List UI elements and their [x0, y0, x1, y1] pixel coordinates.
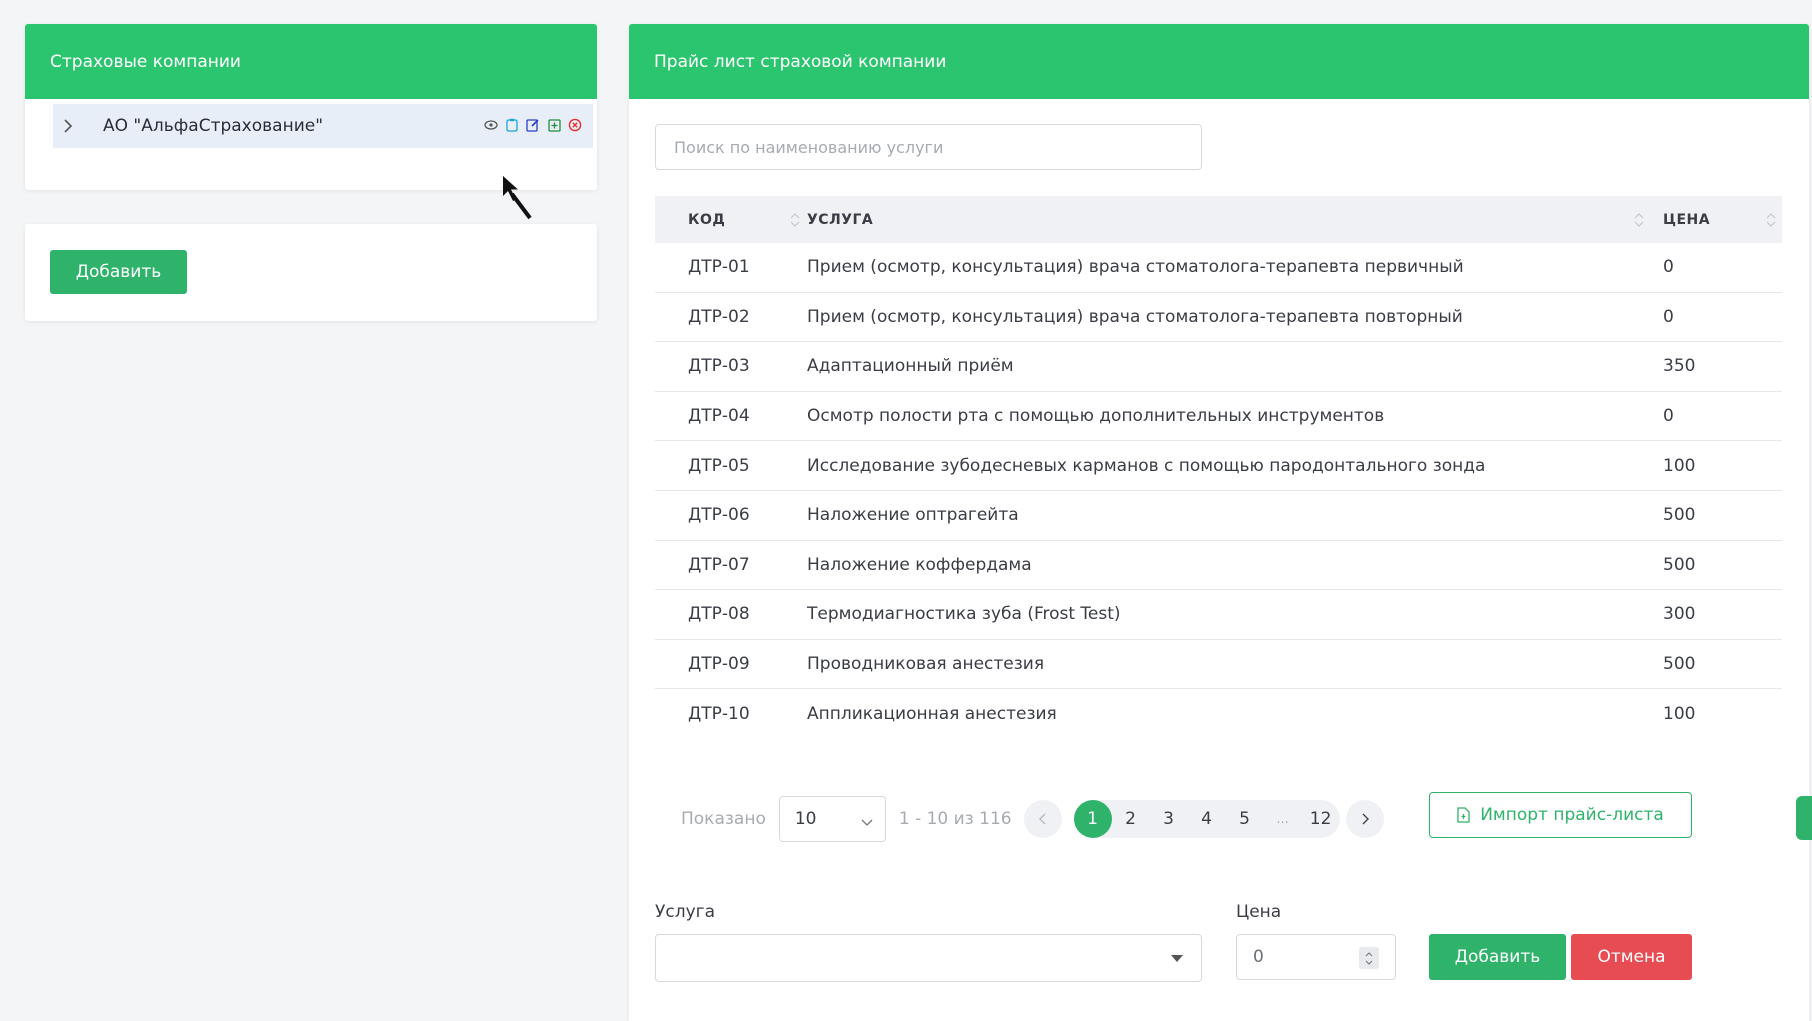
- cell-price: 0: [1663, 306, 1674, 327]
- cell-service: Адаптационный приём: [807, 356, 1014, 377]
- cell-price: 500: [1663, 554, 1696, 575]
- cell-price: 500: [1663, 505, 1696, 526]
- cell-price: 0: [1663, 257, 1674, 278]
- column-header-code[interactable]: КОД: [655, 196, 807, 243]
- column-header-service-label: УСЛУГА: [807, 211, 874, 228]
- service-select[interactable]: [655, 934, 1202, 982]
- import-price-list-button[interactable]: Импорт прайс-листа: [1429, 792, 1692, 838]
- company-actions: [483, 117, 583, 133]
- table-header: КОД УСЛУГА ЦЕНА: [655, 196, 1782, 243]
- cell-service: Наложение коффердама: [807, 554, 1032, 575]
- table-row[interactable]: ДТР-06 Наложение оптрагейта 500: [655, 491, 1782, 541]
- page-button-2[interactable]: 2: [1112, 800, 1150, 838]
- service-field-label: Услуга: [655, 902, 715, 922]
- price-input[interactable]: 0: [1236, 934, 1396, 980]
- cell-code: ДТР-09: [688, 654, 750, 675]
- column-header-price[interactable]: ЦЕНА: [1663, 196, 1782, 243]
- page-button-4[interactable]: 4: [1188, 800, 1226, 838]
- price-input-value: 0: [1253, 947, 1264, 967]
- pagination-bar: Показано 10 1 - 10 из 116 1 2 3 4 5... 12: [681, 796, 1384, 842]
- cell-service: Термодиагностика зуба (Frost Test): [807, 604, 1121, 625]
- table-row[interactable]: ДТР-07 Наложение коффердама 500: [655, 541, 1782, 591]
- delete-icon[interactable]: [567, 117, 583, 133]
- clipboard-icon[interactable]: [504, 117, 520, 133]
- cell-service: Аппликационная анестезия: [807, 704, 1057, 725]
- cell-service: Наложение оптрагейта: [807, 505, 1019, 526]
- cell-price: 100: [1663, 455, 1696, 476]
- chevron-down-icon: [861, 812, 873, 832]
- table-row[interactable]: ДТР-04 Осмотр полости рта с помощью допол…: [655, 392, 1782, 442]
- chevron-right-icon[interactable]: [63, 118, 83, 134]
- cell-service: Прием (осмотр, консультация) врача стома…: [807, 257, 1464, 278]
- sort-icon[interactable]: [790, 212, 800, 228]
- cell-price: 300: [1663, 604, 1696, 625]
- table-body: ДТР-01 Прием (осмотр, консультация) врача…: [655, 243, 1782, 739]
- import-price-list-label: Импорт прайс-листа: [1480, 805, 1664, 825]
- companies-title: Страховые компании: [25, 24, 597, 99]
- cell-service: Исследование зубодесневых карманов с пом…: [807, 455, 1486, 476]
- cell-code: ДТР-04: [688, 406, 750, 427]
- sort-icon[interactable]: [1766, 212, 1776, 228]
- add-service-button[interactable]: Добавить: [1429, 934, 1566, 980]
- next-page-button[interactable]: [1345, 800, 1384, 838]
- cell-service: Прием (осмотр, консультация) врача стома…: [807, 306, 1463, 327]
- price-list-card: Прайс лист страховой компании КОД УСЛУГА…: [629, 24, 1809, 1021]
- page-button-1[interactable]: 1: [1073, 800, 1112, 838]
- page-size-select[interactable]: 10: [778, 796, 886, 842]
- caret-down-icon: [1171, 955, 1183, 962]
- sort-icon[interactable]: [1634, 212, 1644, 228]
- add-company-button[interactable]: Добавить: [50, 250, 187, 294]
- eye-icon[interactable]: [483, 117, 499, 133]
- column-header-code-label: КОД: [688, 211, 726, 228]
- cell-price: 350: [1663, 356, 1696, 377]
- add-box-icon[interactable]: [546, 117, 562, 133]
- cell-code: ДТР-10: [688, 704, 750, 725]
- file-import-icon: [1457, 807, 1470, 823]
- service-search-input[interactable]: [655, 124, 1202, 170]
- page-ellipsis: ...: [1276, 811, 1289, 827]
- column-header-service[interactable]: УСЛУГА: [807, 196, 1663, 243]
- cell-code: ДТР-06: [688, 505, 750, 526]
- table-row[interactable]: ДТР-08 Термодиагностика зуба (Frost Test)…: [655, 590, 1782, 640]
- edit-icon[interactable]: [525, 117, 541, 133]
- company-row[interactable]: АО "АльфаСтрахование": [53, 104, 593, 148]
- cell-code: ДТР-02: [688, 306, 750, 327]
- cell-service: Осмотр полости рта с помощью дополнитель…: [807, 406, 1385, 427]
- cell-code: ДТР-03: [688, 356, 750, 377]
- page-size-value: 10: [794, 809, 817, 829]
- prev-page-button[interactable]: [1023, 800, 1062, 838]
- mouse-cursor-icon: [503, 176, 532, 220]
- table-row[interactable]: ДТР-03 Адаптационный приём 350: [655, 342, 1782, 392]
- table-row[interactable]: ДТР-02 Прием (осмотр, консультация) врача…: [655, 293, 1782, 343]
- cell-code: ДТР-07: [688, 554, 750, 575]
- cell-code: ДТР-01: [688, 257, 750, 278]
- cancel-button[interactable]: Отмена: [1571, 934, 1692, 980]
- table-row[interactable]: ДТР-10 Аппликационная анестезия 100: [655, 689, 1782, 739]
- cell-price: 0: [1663, 406, 1674, 427]
- cell-price: 500: [1663, 654, 1696, 675]
- price-field-label: Цена: [1236, 902, 1282, 922]
- page-list: 1 2 3 4 5... 12: [1073, 800, 1340, 838]
- page-button-3[interactable]: 3: [1150, 800, 1188, 838]
- table-row[interactable]: ДТР-09 Проводниковая анестезия 500: [655, 640, 1782, 690]
- price-table: КОД УСЛУГА ЦЕНА ДТР-01 Прием (осмотр, кон…: [655, 196, 1782, 739]
- page-button-5[interactable]: 5: [1226, 800, 1264, 838]
- page-button-12[interactable]: 12: [1302, 800, 1340, 838]
- cell-service: Проводниковая анестезия: [807, 654, 1045, 675]
- price-list-title: Прайс лист страховой компании: [629, 24, 1809, 99]
- table-row[interactable]: ДТР-05 Исследование зубодесневых карманов…: [655, 441, 1782, 491]
- add-company-card: Добавить: [25, 224, 597, 321]
- side-toggle-tab[interactable]: [1796, 796, 1812, 840]
- cell-code: ДТР-08: [688, 604, 750, 625]
- cell-code: ДТР-05: [688, 455, 750, 476]
- table-row[interactable]: ДТР-01 Прием (осмотр, консультация) врача…: [655, 243, 1782, 293]
- column-header-price-label: ЦЕНА: [1663, 211, 1711, 228]
- companies-card: Страховые компании АО "АльфаСтрахование": [25, 24, 597, 220]
- company-name[interactable]: АО "АльфаСтрахование": [103, 116, 323, 136]
- shown-label: Показано: [681, 809, 766, 829]
- cell-price: 100: [1663, 704, 1696, 725]
- number-stepper[interactable]: [1359, 947, 1379, 969]
- pagination-range: 1 - 10 из 116: [898, 809, 1012, 829]
